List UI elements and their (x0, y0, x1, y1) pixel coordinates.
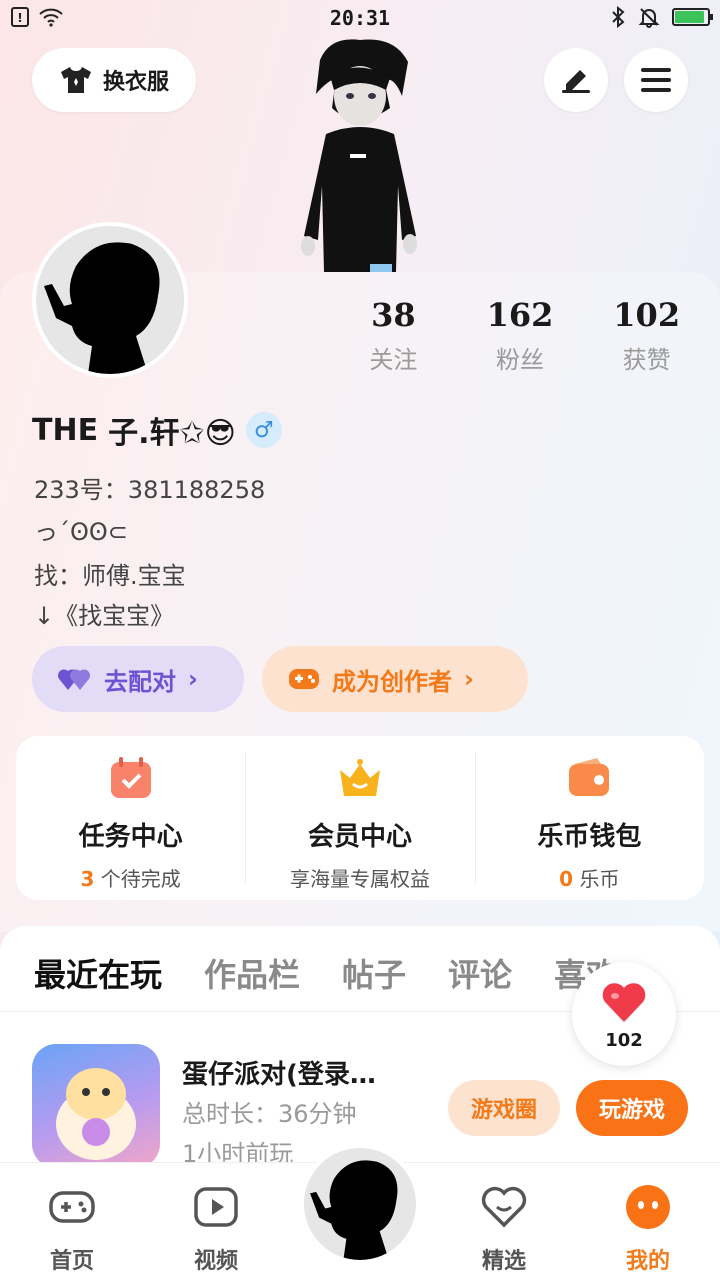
wallet-title: 乐币钱包 (537, 822, 642, 852)
vip-center-item[interactable]: 会员中心 享海量专属权益 (245, 736, 474, 900)
chevron-right-icon: › (464, 665, 474, 693)
wallet-sub: 0 乐币 (559, 867, 620, 891)
edit-profile-button[interactable] (544, 48, 608, 112)
likes-count: 102 (613, 296, 681, 334)
username: THE 子.轩✩😎 ♂ (32, 408, 282, 452)
user-id[interactable]: 233号：381188258 (34, 470, 265, 505)
eggy-party-art (56, 1068, 136, 1160)
creator-label: 成为创作者 (332, 667, 452, 696)
nav-video[interactable]: 视频 (144, 1163, 288, 1280)
like-count: 102 (605, 1030, 643, 1051)
heart-smile-icon (481, 1186, 527, 1228)
vip-center-title: 会员中心 (307, 822, 412, 852)
tab-posts[interactable]: 帖子 (342, 950, 406, 1011)
avatar-3d-figure[interactable] (290, 36, 430, 272)
task-center-sub: 3 个待完成 (80, 867, 181, 891)
play-game-button[interactable]: 玩游戏 (576, 1080, 688, 1136)
nav-home[interactable]: 首页 (0, 1163, 144, 1280)
silhouette-avatar-image (44, 242, 160, 374)
quick-links-panel: 任务中心 3 个待完成 会员中心 享海量专属权益 乐币钱包 0 乐币 (16, 736, 704, 900)
nav-me[interactable]: 我的 (576, 1163, 720, 1280)
followers-label: 粉丝 (496, 346, 544, 374)
tab-works[interactable]: 作品栏 (204, 950, 300, 1011)
like-fab[interactable]: 102 (572, 962, 676, 1066)
task-center-title: 任务中心 (78, 822, 183, 852)
game-duration: 总时长：36分钟 (182, 1100, 357, 1128)
following-count: 38 (371, 296, 416, 334)
bluetooth-icon (612, 6, 625, 28)
game-title: 蛋仔派对(登录… (182, 1060, 376, 1090)
username-prefix: THE (32, 412, 99, 448)
crown-icon (339, 759, 380, 796)
tab-recently-played[interactable]: 最近在玩 (34, 950, 162, 1011)
calendar-check-icon (110, 757, 151, 798)
bio-line-2: 找：师傅.宝宝 (34, 562, 186, 590)
bio-line-3: ↓《找宝宝》 (34, 602, 175, 630)
nav-featured-label: 精选 (481, 1249, 526, 1274)
mute-bell-icon (638, 8, 660, 28)
game-icon[interactable] (32, 1044, 160, 1168)
profile-stats: 38 关注 162 粉丝 102 获赞 (330, 296, 710, 375)
heart-icon (602, 983, 646, 1022)
gamepad-icon (49, 1191, 95, 1223)
wallet-item[interactable]: 乐币钱包 0 乐币 (474, 736, 704, 900)
wardrobe-button[interactable]: 换衣服 (32, 48, 196, 112)
bio-line-1: っ΄ꙨꙨ⊂ (34, 518, 128, 546)
status-bar: ! 20:31 (0, 0, 720, 36)
followers-count: 162 (486, 296, 554, 334)
likes-label: 获赞 (622, 346, 671, 374)
play-video-icon (194, 1187, 238, 1227)
nav-home-label: 首页 (49, 1249, 94, 1274)
nav-video-label: 视频 (193, 1249, 238, 1274)
menu-button[interactable] (624, 48, 688, 112)
following-stat[interactable]: 38 关注 (330, 296, 457, 375)
chevron-right-icon: › (188, 665, 198, 693)
pair-button[interactable]: 去配对 › (32, 646, 244, 712)
tshirt-icon (60, 67, 91, 93)
menu-icon (641, 68, 671, 92)
pen-icon (562, 70, 590, 93)
nav-me-label: 我的 (625, 1249, 670, 1274)
face-icon (626, 1185, 670, 1229)
game-circle-button[interactable]: 游戏圈 (448, 1080, 560, 1136)
status-right (610, 6, 713, 28)
following-label: 关注 (369, 346, 418, 374)
gamepad-icon (289, 669, 319, 689)
vip-center-sub: 享海量专属权益 (289, 867, 430, 891)
nav-featured[interactable]: 精选 (432, 1163, 576, 1280)
wardrobe-label: 换衣服 (102, 70, 169, 95)
gender-male-icon: ♂ (245, 412, 282, 448)
username-text: 子.轩✩😎 (108, 416, 236, 451)
heart-pair-icon (58, 669, 91, 690)
silhouette-avatar-image (310, 1160, 398, 1260)
center-avatar-button[interactable] (300, 1144, 420, 1264)
wallet-icon (569, 758, 610, 796)
avatar[interactable] (32, 222, 188, 378)
tab-comments[interactable]: 评论 (448, 950, 512, 1011)
pair-label: 去配对 (104, 667, 176, 696)
likes-stat[interactable]: 102 获赞 (583, 296, 710, 375)
battery-icon (672, 8, 713, 26)
task-center-item[interactable]: 任务中心 3 个待完成 (16, 736, 245, 900)
become-creator-button[interactable]: 成为创作者 › (262, 646, 528, 712)
followers-stat[interactable]: 162 粉丝 (457, 296, 584, 375)
